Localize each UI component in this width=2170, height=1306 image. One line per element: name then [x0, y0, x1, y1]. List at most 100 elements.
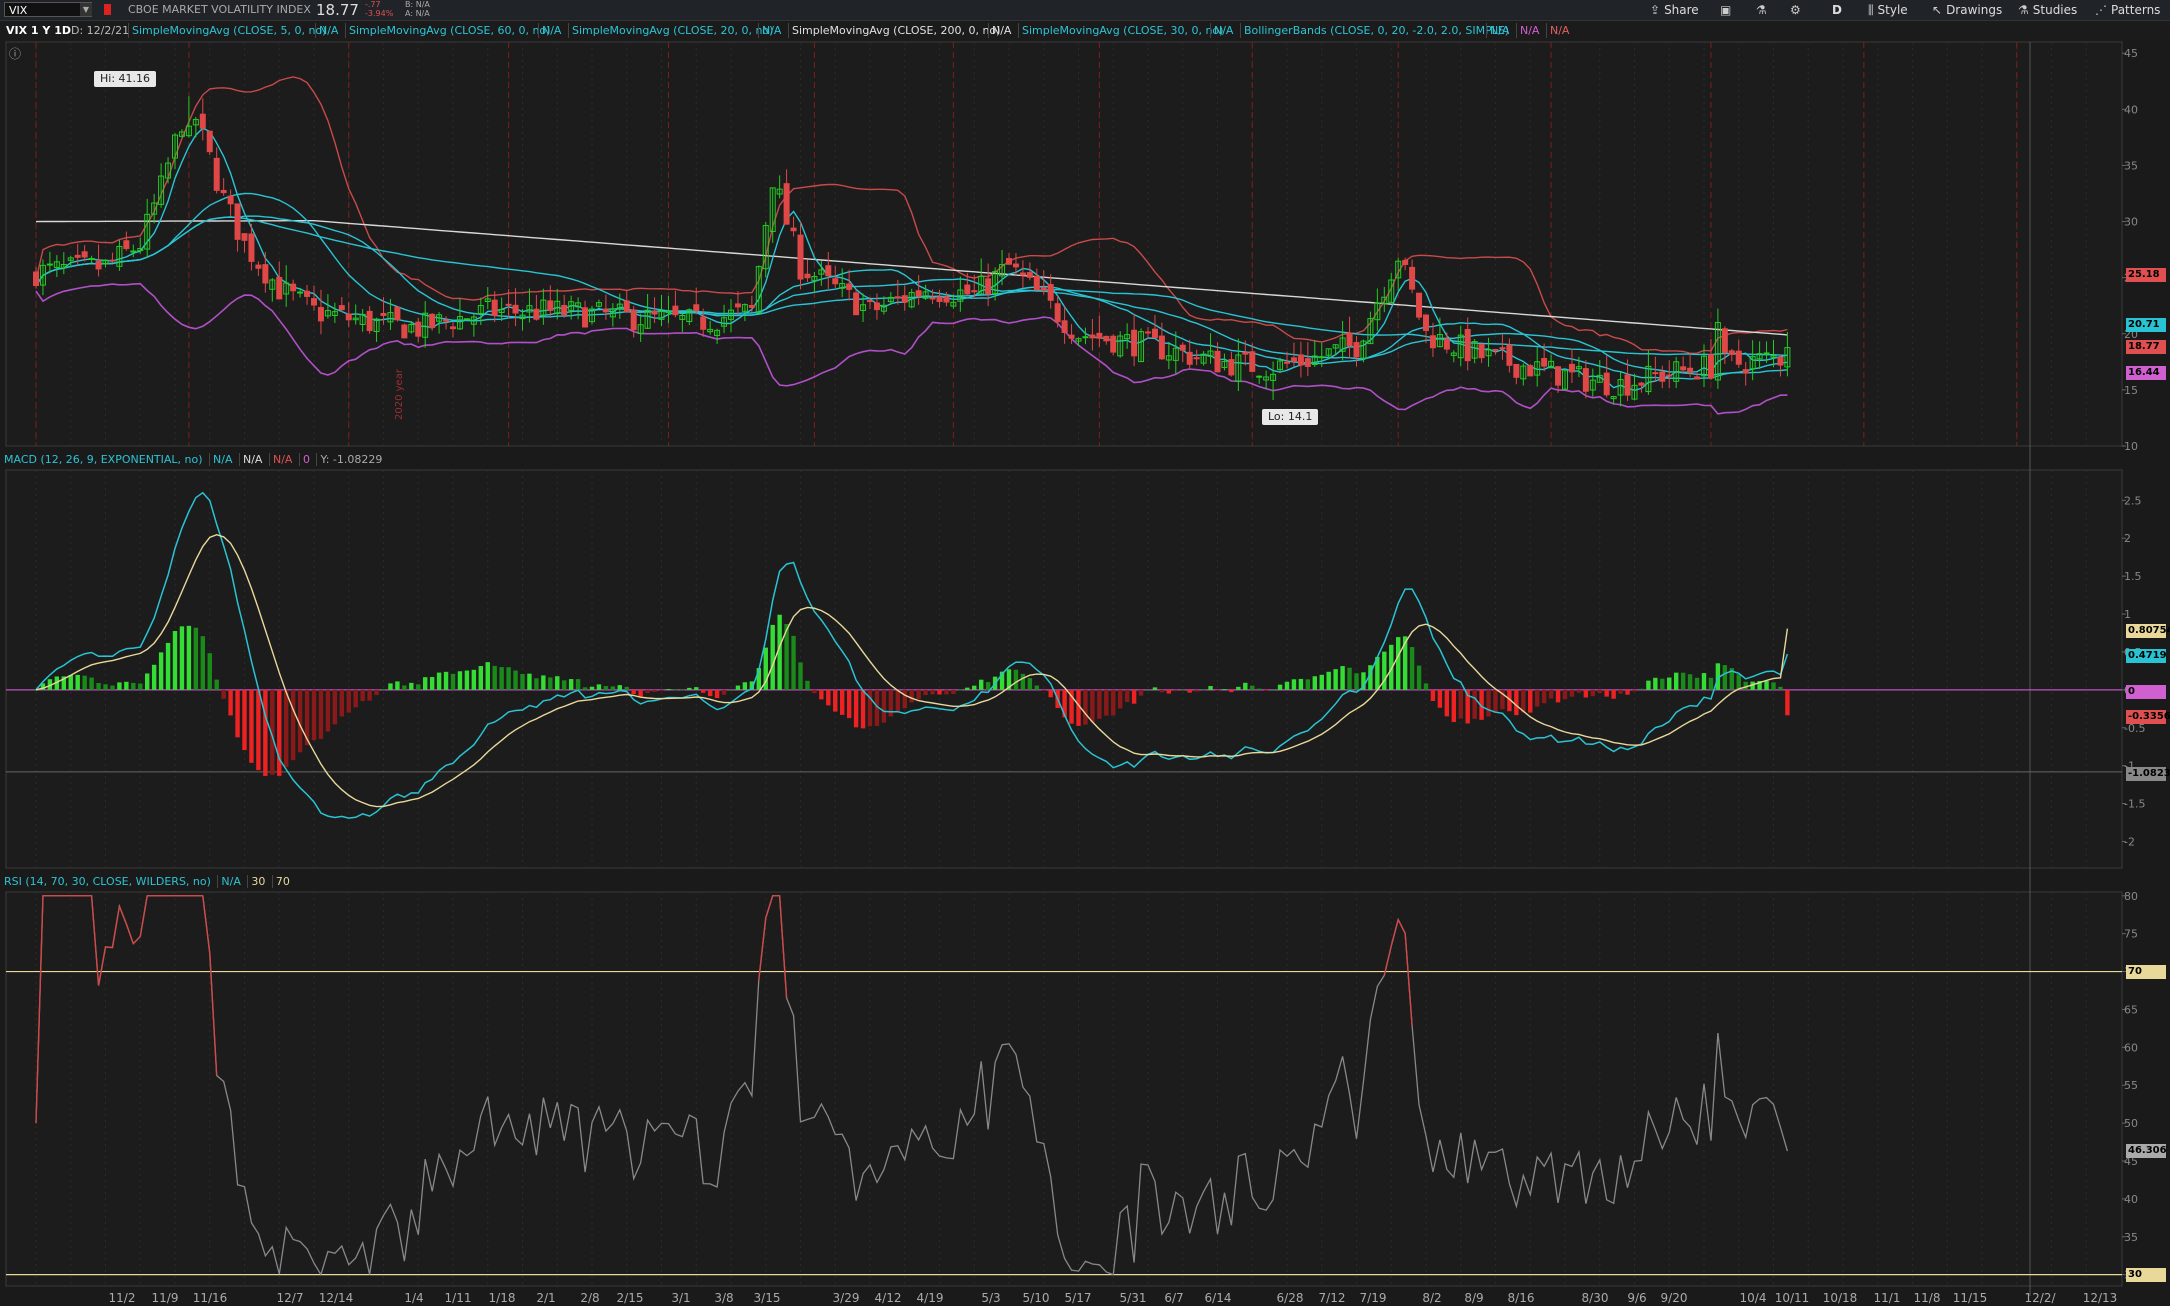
macd-histogram-bar	[666, 688, 671, 690]
macd-histogram-bar	[186, 625, 192, 690]
macd-histogram-bar	[1124, 689, 1130, 703]
year-marker-label: 2020 year	[394, 368, 405, 420]
macd-histogram-bar	[645, 689, 650, 694]
macd-histogram-bar	[436, 672, 442, 690]
candle-body	[1464, 329, 1471, 362]
chart-canvas[interactable]: ⓘ45403530252015102.521.510.50-0.5-1-1.5-…	[0, 0, 2170, 1306]
macd-histogram-bar	[860, 689, 866, 729]
macd-histogram-bar	[117, 682, 122, 690]
macd-histogram-bar	[1514, 689, 1519, 716]
macd-histogram-bar	[165, 642, 171, 690]
macd-histogram-bar	[1639, 688, 1644, 690]
macd-histogram-bar	[951, 689, 956, 694]
macd-histogram-bar	[1653, 677, 1658, 690]
candle-body	[1763, 352, 1770, 355]
candle-body	[463, 318, 470, 321]
rsi-tick-label: 50	[2124, 1117, 2138, 1130]
macd-histogram-bar	[1027, 678, 1033, 690]
x-axis-label: 11/9	[152, 1291, 179, 1305]
macd-zero-label: 0	[298, 453, 313, 466]
macd-histogram-bar	[979, 679, 984, 690]
macd-histogram-bar	[1430, 689, 1436, 701]
candle-body	[366, 310, 373, 332]
candle-body	[533, 308, 540, 320]
macd-histogram-bar	[1785, 689, 1790, 716]
macd-histogram-bar	[1145, 689, 1151, 691]
macd-histogram-bar	[610, 686, 616, 690]
candle-body	[700, 316, 707, 330]
macd-histogram-bar	[1528, 689, 1533, 713]
macd-histogram-bar	[1347, 667, 1352, 690]
candle-body	[394, 306, 401, 321]
macd-histogram-bar	[443, 671, 449, 690]
candle-body	[1568, 363, 1575, 373]
macd-histogram-bar	[151, 664, 157, 690]
macd-histogram-bar	[1486, 689, 1491, 717]
macd-histogram-bar	[367, 689, 372, 701]
candle-body	[1186, 351, 1193, 365]
rsi-tick-label: 35	[2124, 1231, 2138, 1244]
macd-study-label[interactable]: MACD (12, 26, 9, EXPONENTIAL, no)	[4, 453, 203, 466]
rsi-tick-label: 65	[2124, 1003, 2138, 1016]
macd-histogram-bar	[290, 689, 296, 761]
candle-body	[234, 203, 241, 240]
crosshair-value-box: -1.0823	[2126, 767, 2170, 781]
candle-body	[297, 291, 304, 294]
macd-histogram-bar	[110, 685, 115, 690]
macd-histogram-bar	[1569, 689, 1575, 697]
macd-histogram-bar	[249, 689, 254, 763]
macd-histogram-bar	[145, 673, 150, 690]
candle-body	[123, 240, 130, 250]
high-label: Hi: 41.16	[94, 71, 157, 87]
candle-body	[1179, 344, 1186, 351]
macd-avg-box: 0.80754	[2126, 624, 2170, 638]
rsi-study-label[interactable]: RSI (14, 70, 30, CLOSE, WILDERS, no)	[4, 875, 211, 888]
candle-body	[1721, 328, 1728, 353]
macd-histogram-bar	[82, 675, 87, 690]
macd-histogram-bar	[555, 676, 560, 690]
macd-histogram-bar	[1201, 689, 1206, 691]
macd-histogram-bar	[826, 689, 831, 706]
x-axis-label: 5/3	[981, 1291, 1000, 1305]
candle-body	[873, 302, 880, 311]
bb-upper-price-box: 25.18	[2126, 268, 2166, 282]
macd-histogram-bar	[1680, 672, 1686, 690]
macd-histogram-bar	[1409, 647, 1415, 690]
macd-histogram-bar	[1208, 686, 1213, 690]
macd-histogram-bar	[138, 683, 143, 690]
rsi-tick-label: 75	[2124, 928, 2138, 941]
macd-histogram-bar	[353, 689, 358, 708]
macd-histogram-bar	[1166, 689, 1172, 694]
candle-body	[561, 304, 568, 316]
x-axis-label: 11/2	[109, 1291, 136, 1305]
macd-histogram-bar	[1736, 674, 1741, 690]
candle-body	[1256, 375, 1263, 378]
macd-histogram-bar	[1277, 684, 1283, 690]
candle-body	[46, 263, 53, 266]
candle-body	[1228, 359, 1235, 376]
macd-histogram-bar	[124, 681, 129, 690]
rsi-overbought-label: 70	[271, 875, 293, 888]
candle-body	[1110, 335, 1117, 353]
candle-body	[1214, 350, 1221, 373]
candle-body	[380, 312, 387, 316]
macd-histogram-bar	[1458, 689, 1463, 719]
macd-histogram-bar	[450, 673, 456, 690]
macd-histogram-bar	[833, 689, 838, 712]
x-axis-label: 6/7	[1164, 1291, 1183, 1305]
candle-body	[1666, 374, 1673, 377]
candle-body	[1047, 283, 1054, 301]
x-axis-label: 11/1	[1874, 1291, 1901, 1305]
candle-body	[1423, 314, 1429, 331]
info-icon: ⓘ	[9, 47, 21, 61]
rsi-tick-label: 80	[2124, 890, 2138, 903]
candle-body	[1694, 376, 1701, 380]
candle-body	[867, 300, 873, 303]
candle-body	[1624, 374, 1631, 396]
macd-histogram-bar	[263, 689, 268, 776]
macd-histogram-bar	[96, 683, 101, 690]
macd-histogram-bar	[1597, 689, 1602, 693]
macd-histogram-bar	[332, 689, 338, 725]
last-price-box: 18.77	[2126, 340, 2166, 354]
candle-body	[1735, 350, 1742, 365]
